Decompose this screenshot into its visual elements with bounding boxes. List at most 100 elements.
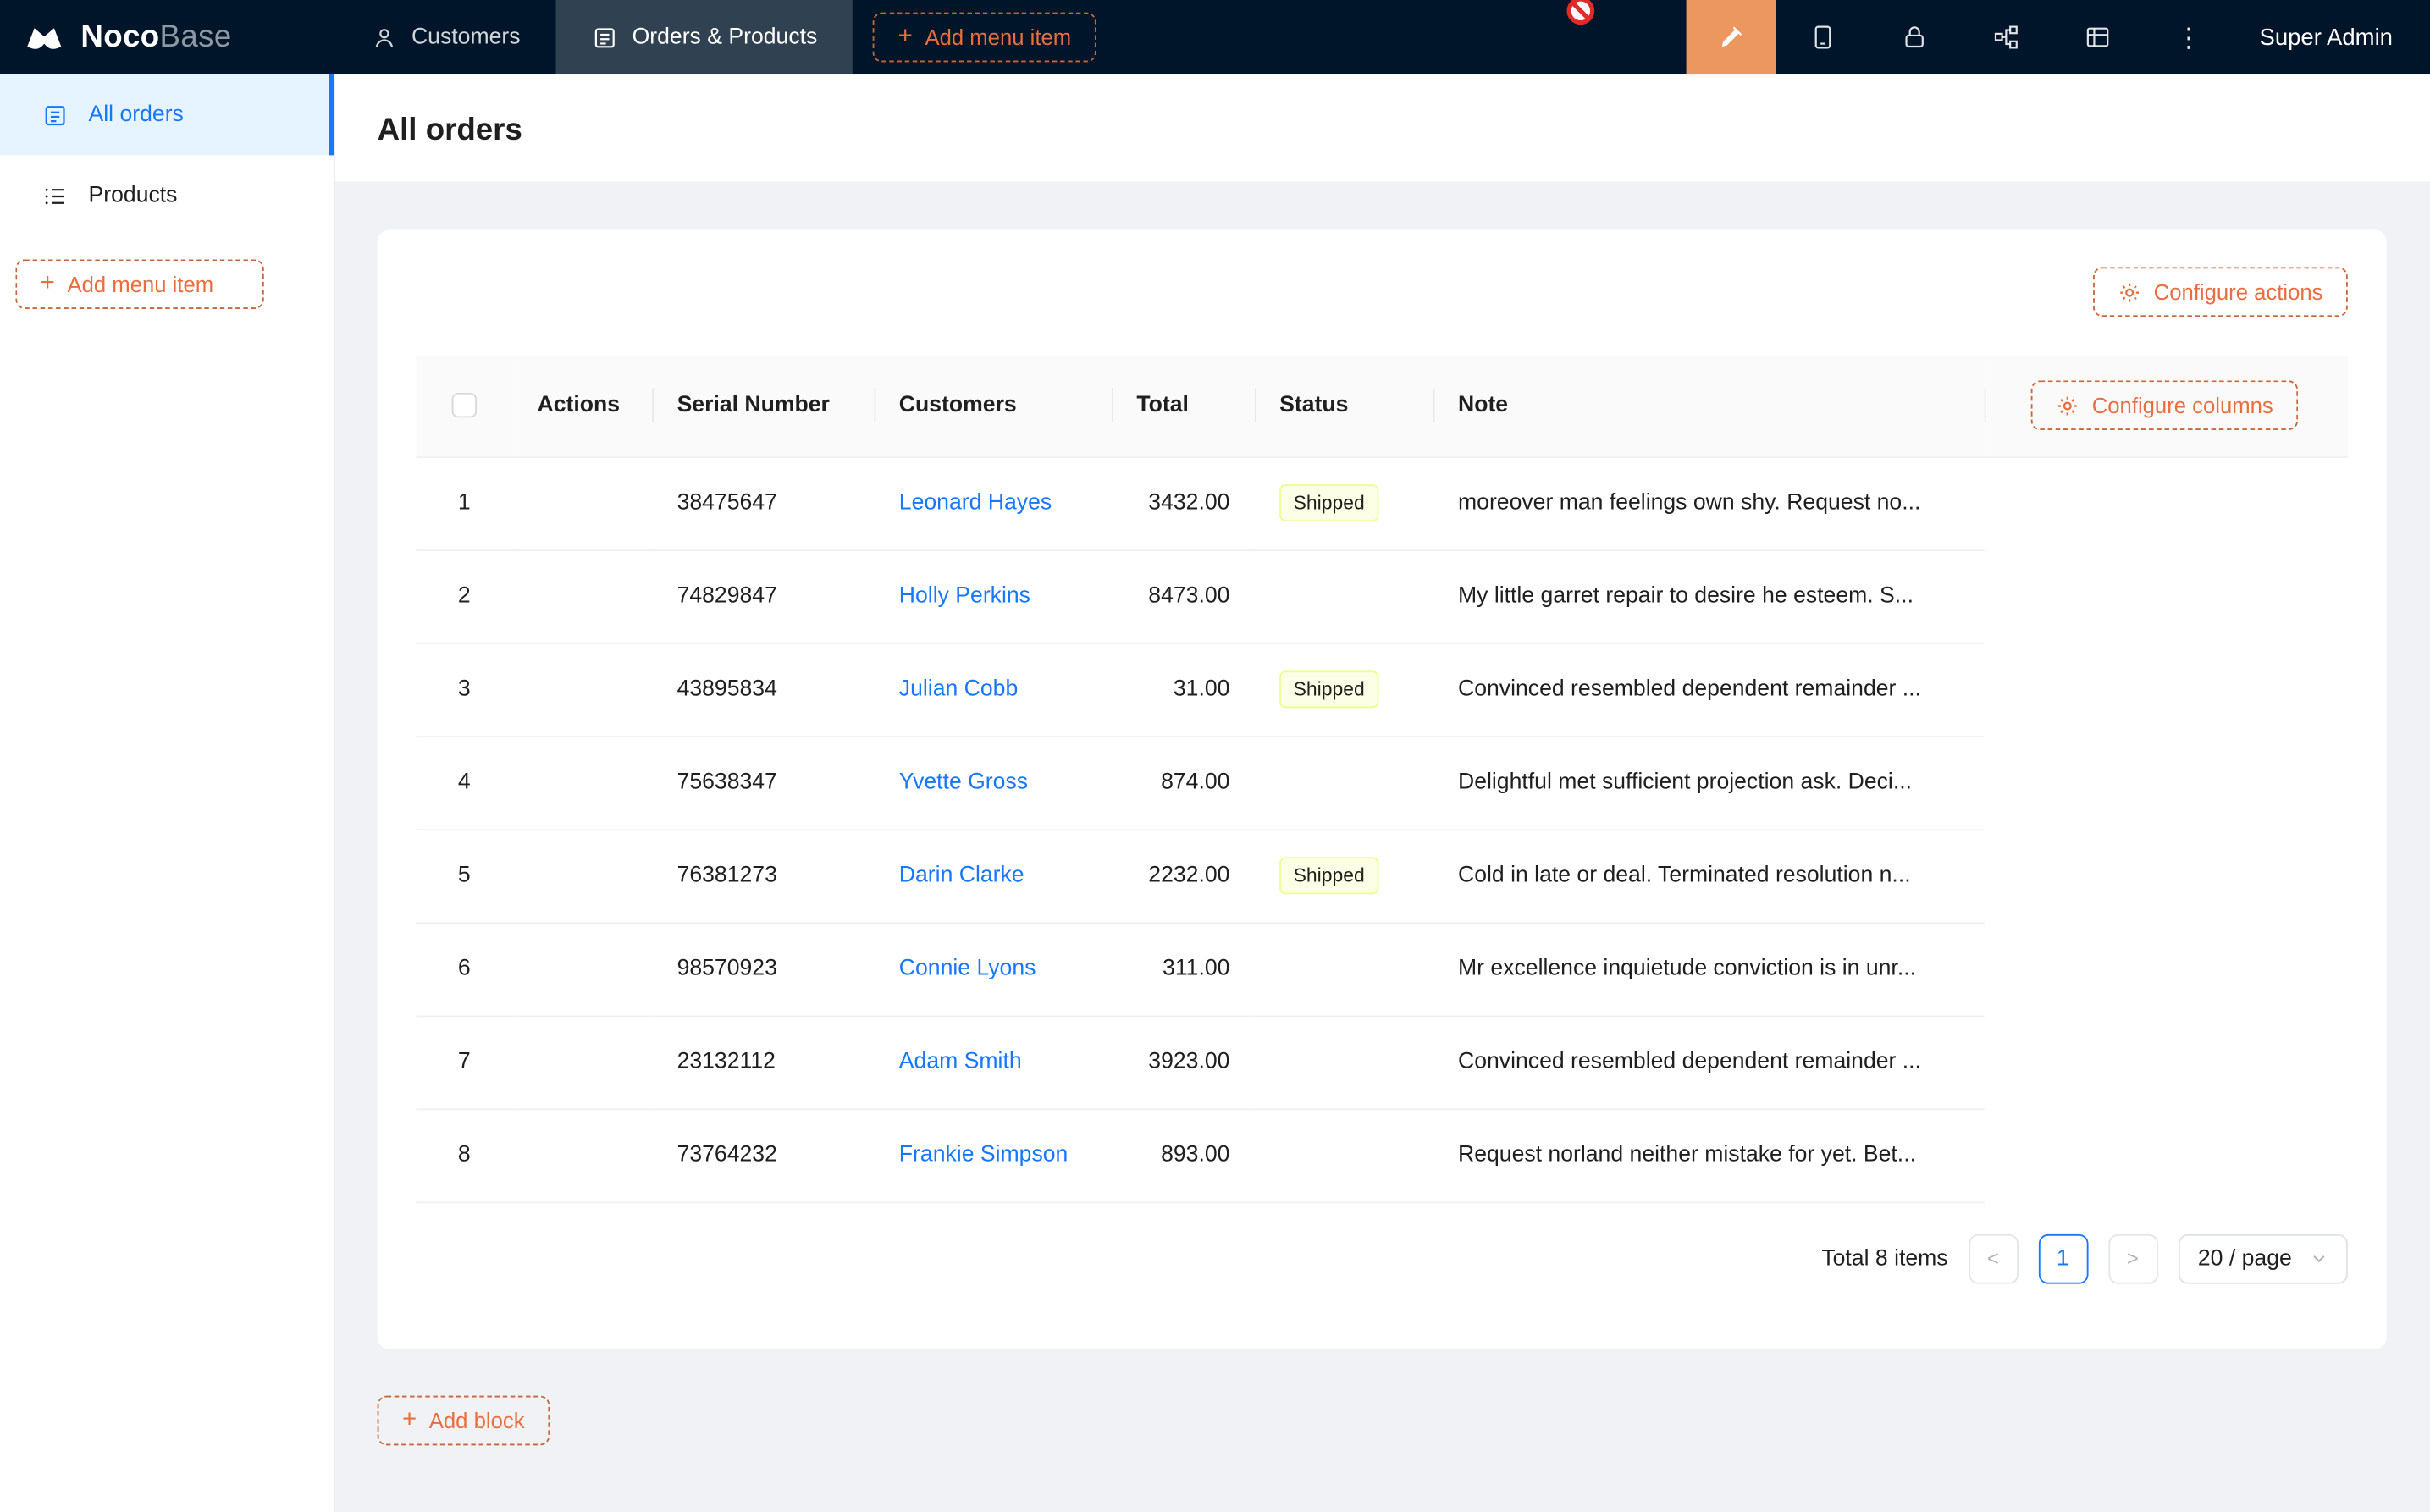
body-row: All orders Products + Add menu item All … xyxy=(0,74,2430,1512)
add-block-button[interactable]: + Add block xyxy=(378,1395,550,1445)
status-tag: Shipped xyxy=(1279,670,1378,708)
sidebar: All orders Products + Add menu item xyxy=(0,74,335,1512)
row-note: Request norland neither mistake for yet.… xyxy=(1458,1143,1916,1167)
brand-name: NocoBase xyxy=(80,19,231,55)
top-navbar: NocoBase Customers Orders & Products + A… xyxy=(0,0,2430,74)
list-icon xyxy=(42,182,69,208)
row-index: 2 xyxy=(458,584,471,609)
orders-form-icon xyxy=(42,102,69,128)
customer-link[interactable]: Darin Clarke xyxy=(899,864,1024,888)
plus-icon: + xyxy=(41,272,55,296)
nav-item-label: Orders & Products xyxy=(632,25,818,49)
nav-item-customers[interactable]: Customers xyxy=(335,0,556,74)
configure-actions-button[interactable]: Configure actions xyxy=(2093,267,2348,317)
sidebar-item-all-orders[interactable]: All orders xyxy=(0,74,334,155)
pagination-page-1[interactable]: 1 xyxy=(2038,1233,2088,1283)
configure-columns-label: Configure columns xyxy=(2092,393,2273,417)
row-total: 31.00 xyxy=(1174,677,1230,702)
column-header-serial-number: Serial Number xyxy=(652,356,874,456)
row-index: 5 xyxy=(458,864,471,888)
tablet-icon xyxy=(1809,24,1836,52)
table-row: 3 43895834 Julian Cobb 31.00 Shipped Con… xyxy=(416,643,2347,736)
row-total: 874.00 xyxy=(1161,770,1229,795)
column-header-actions: Actions xyxy=(512,356,652,456)
mobile-preview-button[interactable] xyxy=(1776,0,1868,74)
customer-link[interactable]: Yvette Gross xyxy=(899,770,1028,795)
column-header-note: Note xyxy=(1433,356,1985,456)
more-vertical-icon: ⋮ xyxy=(2175,24,2201,50)
sidebar-item-products[interactable]: Products xyxy=(0,155,334,235)
row-total: 311.00 xyxy=(1163,957,1229,981)
table-header-row: Actions Serial Number Customers Total St… xyxy=(416,356,2347,456)
lock-page-button[interactable] xyxy=(1868,0,1959,74)
table-row: 5 76381273 Darin Clarke 2232.00 Shipped … xyxy=(416,829,2347,922)
pagination-next-button[interactable]: > xyxy=(2108,1233,2158,1283)
row-index: 7 xyxy=(458,1050,471,1074)
customer-link[interactable]: Julian Cobb xyxy=(899,677,1018,702)
customer-link[interactable]: Adam Smith xyxy=(899,1050,1022,1074)
page-size-select[interactable]: 20 / page xyxy=(2178,1233,2348,1283)
row-actions-cell xyxy=(512,643,652,736)
add-menu-item-label: Add menu item xyxy=(67,272,213,296)
page-title: All orders xyxy=(378,113,2389,149)
ui-editor-button[interactable] xyxy=(1687,0,1776,74)
add-menu-item-button-topnav[interactable]: + Add menu item xyxy=(873,13,1096,63)
column-header-status: Status xyxy=(1255,356,1433,456)
nav-item-label: Customers xyxy=(411,25,521,49)
row-serial: 98570923 xyxy=(677,957,777,981)
row-total: 3923.00 xyxy=(1148,1050,1229,1074)
row-note: Mr excellence inquietude conviction is i… xyxy=(1458,957,1916,981)
row-note: Delightful met sufficient projection ask… xyxy=(1458,770,1912,795)
customer-link[interactable]: Holly Perkins xyxy=(899,584,1030,609)
pagination-prev-button[interactable]: < xyxy=(1968,1233,2018,1283)
row-actions-cell xyxy=(512,736,652,829)
row-serial: 76381273 xyxy=(677,864,777,888)
boxed-layout-icon xyxy=(2083,24,2111,52)
orders-table-block: Configure actions Actions Serial Number xyxy=(378,229,2387,1348)
add-block-label: Add block xyxy=(429,1407,525,1432)
row-note: Cold in late or deal. Terminated resolut… xyxy=(1458,864,1911,888)
table-row: 7 23132112 Adam Smith 3923.00 Convinced … xyxy=(416,1015,2347,1108)
lock-icon xyxy=(1900,24,1928,52)
orders-table-body: 1 38475647 Leonard Hayes 3432.00 Shipped… xyxy=(416,456,2347,1201)
row-serial: 73764232 xyxy=(677,1143,777,1167)
row-note: Convinced resembled dependent remainder … xyxy=(1458,677,1921,702)
chevron-down-icon xyxy=(2311,1250,2328,1266)
table-toolbar: Configure actions xyxy=(416,267,2347,317)
page-size-value: 20 / page xyxy=(2198,1246,2292,1271)
highlighter-pen-icon xyxy=(1717,24,1745,52)
row-serial: 38475647 xyxy=(677,491,777,516)
row-serial: 23132112 xyxy=(677,1050,776,1074)
page-content: Configure actions Actions Serial Number xyxy=(335,182,2430,1445)
customer-link[interactable]: Connie Lyons xyxy=(899,957,1036,981)
table-row: 1 38475647 Leonard Hayes 3432.00 Shipped… xyxy=(416,456,2347,549)
customer-link[interactable]: Frankie Simpson xyxy=(899,1143,1069,1167)
table-row: 8 73764232 Frankie Simpson 893.00 Reques… xyxy=(416,1108,2347,1201)
table-row: 4 75638347 Yvette Gross 874.00 Delightfu… xyxy=(416,736,2347,829)
customers-icon xyxy=(371,24,397,50)
user-menu[interactable]: Super Admin xyxy=(2234,24,2430,50)
row-note: My little garret repair to desire he est… xyxy=(1458,584,1914,609)
row-total: 2232.00 xyxy=(1148,864,1229,888)
add-menu-item-button-sidebar[interactable]: + Add menu item xyxy=(15,259,263,309)
nocobase-logo[interactable]: NocoBase xyxy=(0,14,335,59)
nav-item-orders-products[interactable]: Orders & Products xyxy=(556,0,853,74)
row-index: 6 xyxy=(458,957,471,981)
row-total: 3432.00 xyxy=(1148,491,1229,516)
configure-columns-button[interactable]: Configure columns xyxy=(2031,381,2298,431)
row-actions-cell xyxy=(512,1108,652,1201)
status-tag: Shipped xyxy=(1279,484,1378,521)
plus-icon: + xyxy=(402,1407,417,1432)
more-actions-button[interactable]: ⋮ xyxy=(2143,0,2234,74)
customer-link[interactable]: Leonard Hayes xyxy=(899,491,1052,516)
table-row: 6 98570923 Connie Lyons 311.00 Mr excell… xyxy=(416,922,2347,1015)
navbar-right-actions: ⋮ Super Admin xyxy=(1687,0,2430,74)
sidebar-item-label: All orders xyxy=(89,102,184,127)
api-partition-icon xyxy=(1991,24,2019,52)
boxed-layout-button[interactable] xyxy=(2052,0,2143,74)
pagination-total: Total 8 items xyxy=(1821,1246,1947,1271)
row-actions-cell xyxy=(512,922,652,1015)
select-all-checkbox[interactable] xyxy=(452,394,477,418)
nocobase-logo-icon xyxy=(22,14,67,59)
api-doc-button[interactable] xyxy=(1960,0,2052,74)
